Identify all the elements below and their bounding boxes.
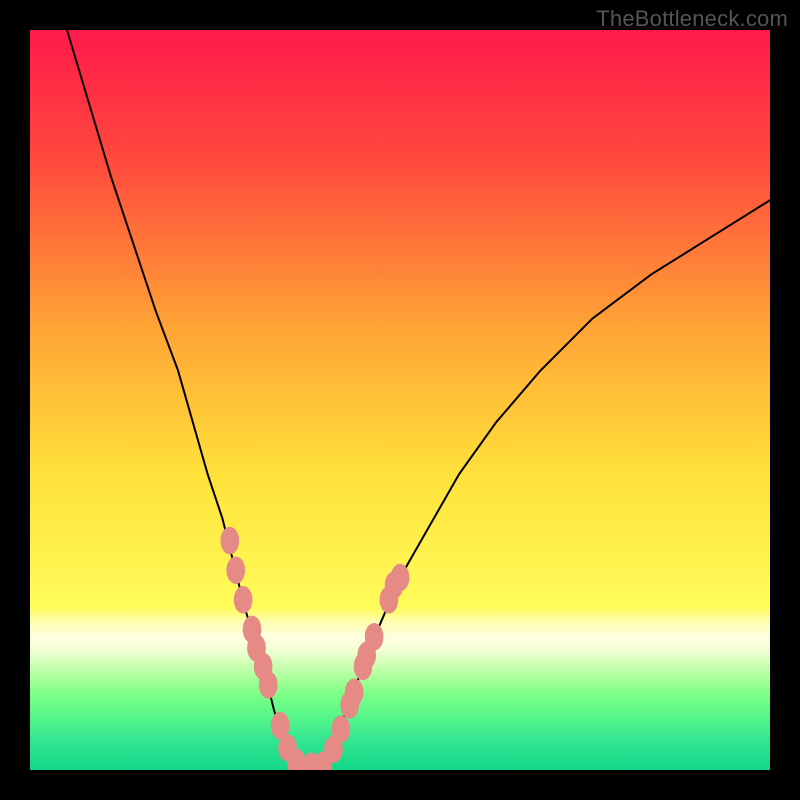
marker-point [365,623,384,651]
marker-point [391,564,410,592]
marker-point [234,586,253,614]
marker-point [331,716,350,744]
marker-point [220,527,239,555]
plot-area [30,30,770,770]
marker-point [259,671,278,699]
chart-frame: TheBottleneck.com [0,0,800,800]
watermark-text: TheBottleneck.com [596,6,788,32]
marker-point [345,679,364,707]
marker-point [226,556,245,584]
plot-svg [30,30,770,770]
gradient-background [30,30,770,770]
